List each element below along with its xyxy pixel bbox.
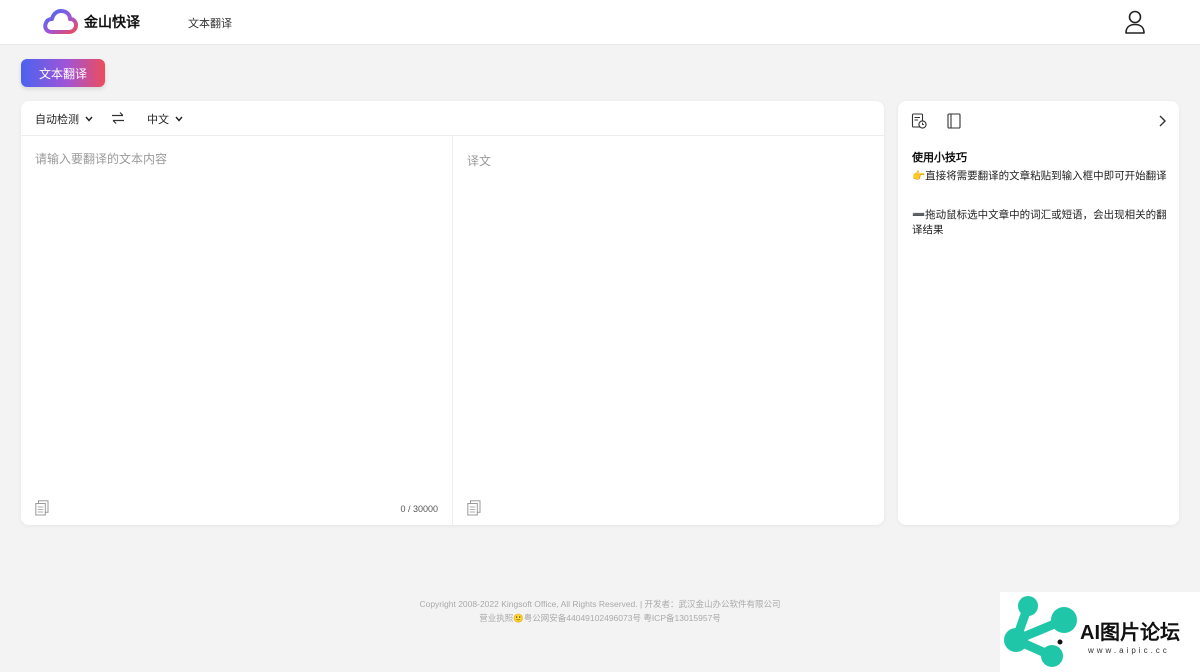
source-language-label: 自动检测 <box>35 114 79 126</box>
pane-divider <box>452 136 453 525</box>
watermark-logo-icon <box>1004 596 1077 667</box>
swap-languages-icon[interactable] <box>111 111 125 125</box>
chevron-right-icon[interactable] <box>1156 113 1168 129</box>
watermark-title: AI图片论坛 <box>1080 622 1180 644</box>
tip-item: 👉直接将需要翻译的文章粘贴到输入框中即可开始翻译 <box>912 170 1167 182</box>
chevron-down-icon <box>175 116 183 122</box>
translation-output: 译文 <box>467 154 492 168</box>
language-bar: 自动检测 中文 <box>21 101 884 136</box>
target-language-label: 中文 <box>147 114 169 126</box>
nav-link-text-translation[interactable]: 文本翻译 <box>188 15 232 31</box>
logo-text: 金山快译 <box>84 14 140 30</box>
cloud-logo-icon <box>43 9 78 34</box>
copy-translation-icon[interactable] <box>467 500 481 516</box>
text-translation-mode-button[interactable]: 文本翻译 <box>21 59 105 87</box>
watermark-subtitle: www.aipic.cc <box>1088 646 1170 655</box>
user-avatar-icon[interactable] <box>1124 10 1146 34</box>
tips-title: 使用小技巧 <box>912 152 967 164</box>
tips-panel: 使用小技巧 👉直接将需要翻译的文章粘贴到输入框中即可开始翻译 ➖拖动鼠标选中文章… <box>898 101 1179 525</box>
tip-item: ➖拖动鼠标选中文章中的词汇或短语，会出现相关的翻译结果 <box>912 209 1167 236</box>
source-language-select[interactable]: 自动检测 <box>35 111 93 127</box>
target-language-select[interactable]: 中文 <box>147 111 183 127</box>
notebook-icon[interactable] <box>946 113 962 129</box>
top-navigation-bar: 金山快译 文本翻译 <box>0 0 1200 45</box>
history-icon[interactable] <box>911 113 927 129</box>
translator-panel: 自动检测 中文 请输入要翻译的文本内容 译文 0 / 30000 <box>21 101 884 525</box>
copy-source-icon[interactable] <box>35 500 49 516</box>
watermark: AI图片论坛 www.aipic.cc <box>1000 592 1200 672</box>
chevron-down-icon <box>85 116 93 122</box>
logo[interactable]: 金山快译 <box>42 8 140 36</box>
source-text-input[interactable]: 请输入要翻译的文本内容 <box>35 150 167 167</box>
character-counter: 0 / 30000 <box>400 504 438 514</box>
